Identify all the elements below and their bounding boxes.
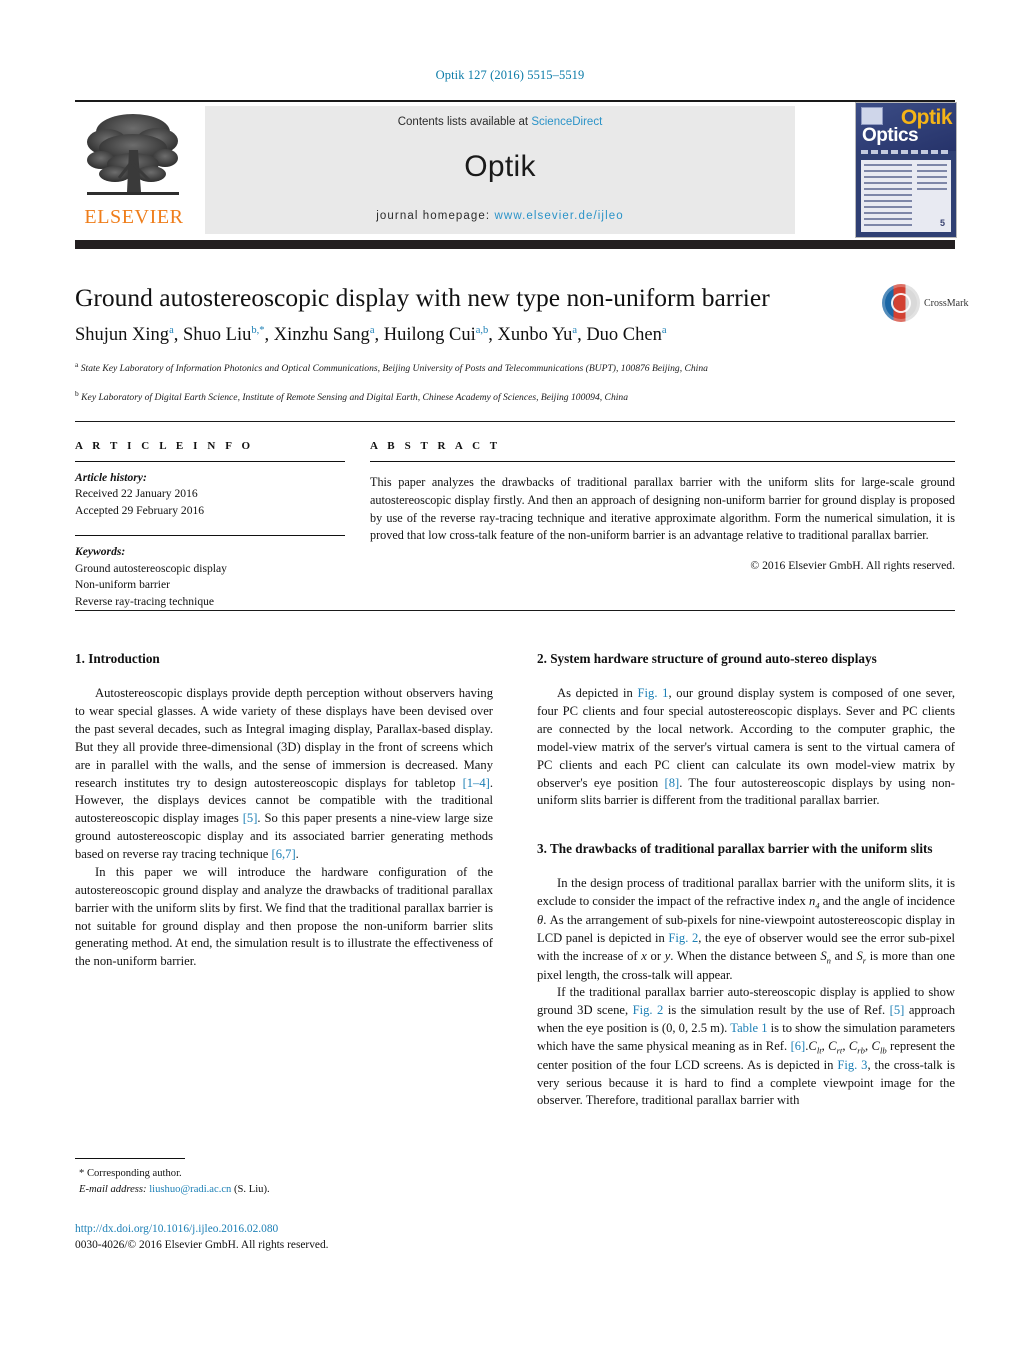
cover-text-col-left	[864, 164, 912, 228]
paragraph: In the design process of traditional par…	[537, 876, 956, 982]
cover-issue-number: 5	[939, 218, 945, 228]
paragraph: Autostereoscopic displays provide depth …	[75, 686, 493, 862]
keyword-item: Ground autostereoscopic display	[75, 561, 227, 575]
article-info-rule	[75, 461, 345, 462]
page-title: Ground autostereoscopic display with new…	[75, 283, 770, 312]
crossmark-label: CrossMark	[924, 298, 969, 309]
journal-title: Optik	[464, 150, 536, 183]
crossmark-badge: CrossMark	[882, 284, 968, 324]
paragraph: If the traditional parallax barrier auto…	[537, 985, 956, 1108]
homepage-url-link[interactable]: www.elsevier.de/ijleo	[495, 210, 624, 222]
cover-title-sub: Optics	[862, 125, 919, 146]
article-info-heading: A R T I C L E I N F O	[75, 440, 254, 452]
article-history-block: Article history: Received 22 January 201…	[75, 470, 345, 519]
info-bottom-rule	[75, 610, 955, 611]
info-top-rule	[75, 421, 955, 422]
article-info-column: A R T I C L E I N F O Article history: R…	[75, 440, 345, 610]
corresponding-author-text: * Corresponding author.	[79, 1168, 182, 1179]
author-list: Shujun Xinga, Shuo Liub,*, Xinzhu Sanga,…	[75, 325, 667, 346]
sciencedirect-link[interactable]: ScienceDirect	[531, 116, 602, 128]
elsevier-wordmark: ELSEVIER	[84, 206, 184, 228]
doi-link[interactable]: http://dx.doi.org/10.1016/j.ijleo.2016.0…	[75, 1222, 515, 1238]
masthead-top-rule	[75, 100, 955, 102]
contents-line: Contents lists available at ScienceDirec…	[205, 116, 795, 128]
corresponding-author-note: * Corresponding author. E-mail address: …	[79, 1166, 509, 1198]
section-heading-3: 3. The drawbacks of traditional parallax…	[537, 841, 933, 857]
affiliation-b-text: Key Laboratory of Digital Earth Science,…	[81, 392, 629, 404]
affiliation-a: a State Key Laboratory of Information Ph…	[75, 360, 708, 375]
issn-copyright-line: 0030-4026/© 2016 Elsevier GmbH. All righ…	[75, 1239, 329, 1251]
contents-label: Contents lists available at	[397, 116, 529, 128]
body-column-left: 1. Introduction Autostereoscopic display…	[75, 650, 493, 971]
cover-badge-icon	[861, 107, 883, 125]
homepage-label: journal homepage:	[376, 210, 491, 222]
email-link[interactable]: liushuo@radi.ac.cn	[149, 1184, 231, 1195]
keyword-item: Reverse ray-tracing technique	[75, 594, 215, 608]
affiliation-a-text: State Key Laboratory of Information Phot…	[80, 363, 708, 375]
elsevier-tree-icon	[87, 114, 179, 195]
cover-subtitle-rule	[861, 150, 951, 154]
paragraph: As depicted in Fig. 1, our ground displa…	[537, 686, 955, 808]
cover-contents-area: 5	[861, 160, 951, 232]
footnote-rule	[75, 1158, 185, 1160]
section-heading-1: 1. Introduction	[75, 651, 160, 666]
abstract-heading: A B S T R A C T	[370, 440, 501, 452]
article-history-label: Article history:	[75, 471, 147, 484]
keywords-label: Keywords:	[75, 545, 126, 559]
email-suffix: (S. Liu).	[234, 1183, 270, 1195]
abstract-rule	[370, 461, 955, 462]
email-line: E-mail address: liushuo@radi.ac.cn (S. L…	[79, 1182, 509, 1198]
journal-band: Contents lists available at ScienceDirec…	[205, 106, 795, 234]
article-accepted: Accepted 29 February 2016	[75, 503, 205, 517]
affiliation-b: b Key Laboratory of Digital Earth Scienc…	[75, 389, 629, 404]
abstract-column: A B S T R A C T This paper analyzes the …	[370, 440, 955, 572]
abstract-text: This paper analyzes the drawbacks of tra…	[370, 475, 955, 543]
section-heading-2: 2. System hardware structure of ground a…	[537, 651, 877, 666]
keywords-block: Keywords: Ground autostereoscopic displa…	[75, 544, 345, 610]
masthead-black-bar	[75, 240, 955, 249]
crossmark-icon	[882, 284, 920, 322]
article-received: Received 22 January 2016	[75, 487, 198, 501]
elsevier-logo: ELSEVIER	[75, 106, 193, 234]
cover-text-col-right	[917, 164, 947, 194]
keyword-item: Non-uniform barrier	[75, 578, 170, 592]
body-column-right: 2. System hardware structure of ground a…	[537, 650, 955, 1110]
keywords-rule	[75, 535, 345, 537]
email-label: E-mail address:	[79, 1183, 147, 1195]
paragraph: In this paper we will introduce the hard…	[75, 864, 493, 969]
paper-page: Optik 127 (2016) 5515–5519 ELSEVIER Cont…	[0, 0, 1020, 1351]
homepage-line: journal homepage: www.elsevier.de/ijleo	[205, 210, 795, 222]
journal-cover-thumbnail: Optik Optics 5	[855, 102, 957, 238]
running-head: Optik 127 (2016) 5515–5519	[435, 68, 585, 82]
journal-masthead: ELSEVIER Contents lists available at Sci…	[75, 100, 957, 238]
abstract-copyright: © 2016 Elsevier GmbH. All rights reserve…	[750, 559, 955, 573]
